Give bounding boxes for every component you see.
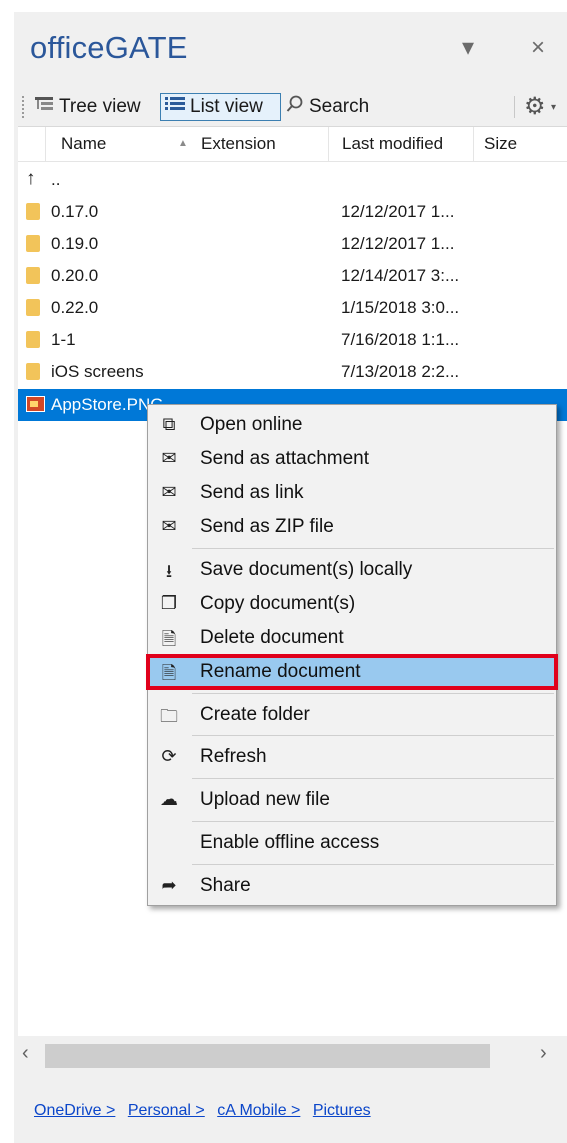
- item-name: 0.22.0: [51, 298, 99, 317]
- item-name: iOS screens: [51, 362, 144, 381]
- menu-item-copy-documents[interactable]: ❐ Copy document(s): [148, 588, 556, 620]
- menu-separator: [192, 821, 554, 822]
- list-item[interactable]: ↑ ..: [18, 164, 567, 196]
- menu-separator: [192, 778, 554, 779]
- item-modified: 12/12/2017 1...: [341, 234, 455, 253]
- menu-item-rename-document[interactable]: 🗎 Rename document: [146, 654, 558, 690]
- horizontal-scrollbar[interactable]: ‹ ›: [14, 1036, 567, 1076]
- folder-icon: [26, 363, 40, 380]
- item-modified: 1/15/2018 3:0...: [341, 298, 460, 317]
- share-icon: ➦: [161, 875, 177, 895]
- item-name: 0.19.0: [51, 234, 99, 253]
- menu-item-enable-offline-access[interactable]: Enable offline access: [148, 827, 556, 859]
- menu-item-send-as-attachment[interactable]: ✉ Send as attachment: [148, 443, 556, 475]
- list-item[interactable]: 1-1 7/16/2018 1:1...: [18, 324, 567, 356]
- menu-item-create-folder[interactable]: 🗀 Create folder: [148, 699, 556, 731]
- download-icon: ⭳: [165, 561, 173, 581]
- tree-view-button[interactable]: Tree view: [30, 93, 145, 121]
- mail-zip-icon: ✉: [161, 516, 177, 536]
- column-divider: [473, 127, 474, 161]
- column-last-modified[interactable]: Last modified: [342, 134, 443, 154]
- item-modified: 12/12/2017 1...: [341, 202, 455, 221]
- toolbar-grip[interactable]: [22, 96, 26, 118]
- app-title: officeGATE: [30, 30, 188, 65]
- menu-item-save-locally[interactable]: ⭳ Save document(s) locally: [148, 554, 556, 586]
- open-external-icon: ⧉: [162, 414, 176, 434]
- list-item[interactable]: 0.20.0 12/14/2017 3:...: [18, 260, 567, 292]
- menu-item-share[interactable]: ➦ Share: [148, 870, 556, 902]
- search-label: Search: [309, 96, 370, 117]
- search-icon: [286, 95, 304, 119]
- list-view-icon: [165, 96, 185, 118]
- item-name: 0.17.0: [51, 202, 99, 221]
- list-item[interactable]: 0.17.0 12/12/2017 1...: [18, 196, 567, 228]
- menu-item-refresh[interactable]: ⟳ Refresh: [148, 741, 556, 773]
- tree-view-label: Tree view: [59, 96, 141, 117]
- upload-icon: ☁: [160, 789, 178, 809]
- toolbar-separator: [514, 96, 515, 118]
- item-modified: 12/14/2017 3:...: [341, 266, 460, 285]
- menu-item-delete-document[interactable]: 🗎 Delete document: [148, 622, 556, 654]
- scroll-left-icon[interactable]: ‹: [22, 1042, 29, 1065]
- item-name: 1-1: [51, 330, 76, 349]
- item-name: 0.20.0: [51, 266, 99, 285]
- column-header: Name ▲ Extension Last modified Size: [18, 127, 567, 162]
- folder-icon: [26, 299, 40, 316]
- delete-document-icon: 🗎: [161, 629, 177, 649]
- column-size[interactable]: Size: [484, 134, 517, 154]
- list-view-button[interactable]: List view: [160, 93, 281, 121]
- column-extension[interactable]: Extension: [201, 134, 276, 154]
- menu-separator: [192, 693, 554, 694]
- close-icon[interactable]: ×: [524, 34, 552, 62]
- menu-item-open-online[interactable]: ⧉ Open online: [148, 409, 556, 441]
- list-item[interactable]: iOS screens 7/13/2018 2:2...: [18, 356, 567, 388]
- mail-link-icon: ✉: [161, 482, 177, 502]
- folder-icon: [26, 235, 40, 252]
- caret-down-icon[interactable]: ▾: [454, 34, 482, 62]
- menu-separator: [192, 864, 554, 865]
- tree-view-icon: [34, 95, 54, 119]
- item-name: ..: [51, 170, 61, 189]
- list-view-label: List view: [190, 96, 263, 117]
- title-bar: officeGATE ▾ ×: [14, 12, 567, 74]
- menu-item-send-as-zip[interactable]: ✉ Send as ZIP file: [148, 511, 556, 543]
- column-divider: [328, 127, 329, 161]
- item-modified: 7/13/2018 2:2...: [341, 362, 460, 381]
- menu-separator: [192, 735, 554, 736]
- item-modified: 7/16/2018 1:1...: [341, 330, 460, 349]
- scrollbar-thumb[interactable]: [45, 1044, 490, 1068]
- menu-item-upload-new-file[interactable]: ☁ Upload new file: [148, 784, 556, 816]
- breadcrumb: OneDrive > Personal > cA Mobile > Pictur…: [34, 1102, 379, 1120]
- menu-separator: [192, 548, 554, 549]
- toolbar: Tree view List view Search ⚙ ▾: [14, 92, 567, 122]
- scroll-right-icon[interactable]: ›: [540, 1042, 547, 1065]
- breadcrumb-pictures[interactable]: Pictures: [313, 1102, 371, 1119]
- folder-icon: [26, 267, 40, 284]
- breadcrumb-ca-mobile[interactable]: cA Mobile >: [217, 1102, 300, 1119]
- folder-icon: [26, 203, 40, 220]
- breadcrumb-onedrive[interactable]: OneDrive >: [34, 1102, 115, 1119]
- column-name[interactable]: Name: [61, 134, 106, 154]
- context-menu: ⧉ Open online ✉ Send as attachment ✉ Sen…: [146, 404, 558, 906]
- parent-folder-icon: ↑: [26, 168, 36, 189]
- image-file-icon: [26, 396, 45, 412]
- gear-icon[interactable]: ⚙: [524, 92, 546, 121]
- settings-caret-icon[interactable]: ▾: [551, 102, 556, 113]
- mail-attachment-icon: ✉: [161, 448, 177, 468]
- new-folder-icon: 🗀: [160, 706, 178, 726]
- copy-icon: ❐: [160, 593, 178, 613]
- refresh-icon: ⟳: [161, 746, 177, 766]
- sort-ascending-icon: ▲: [178, 138, 188, 149]
- folder-icon: [26, 331, 40, 348]
- column-divider: [45, 127, 46, 161]
- menu-item-send-as-link[interactable]: ✉ Send as link: [148, 477, 556, 509]
- list-item[interactable]: 0.19.0 12/12/2017 1...: [18, 228, 567, 260]
- list-item[interactable]: 0.22.0 1/15/2018 3:0...: [18, 292, 567, 324]
- search-button[interactable]: Search: [282, 93, 373, 121]
- breadcrumb-personal[interactable]: Personal >: [128, 1102, 205, 1119]
- rename-document-icon: 🗎: [161, 663, 177, 683]
